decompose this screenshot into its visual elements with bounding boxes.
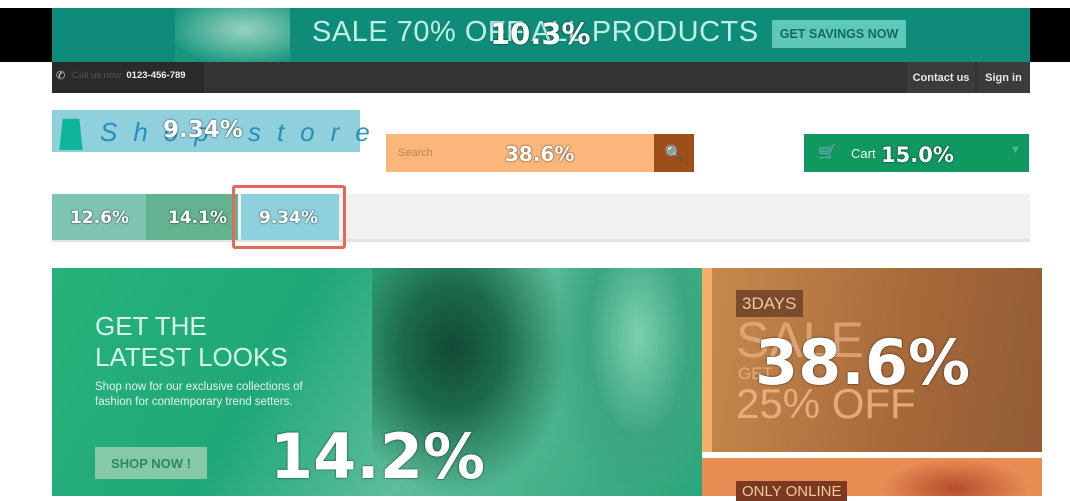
- chevron-down-icon: ▼: [1010, 144, 1021, 156]
- shop-now-button[interactable]: SHOP NOW !: [95, 447, 207, 479]
- cart-icon: 🛒: [818, 144, 837, 161]
- hero-subtitle: Shop now for our exclusive collections o…: [95, 381, 303, 408]
- contact-us-link[interactable]: Contact us: [907, 62, 975, 93]
- cart-label: Cart: [851, 146, 876, 161]
- phone-number: 0123-456-789: [126, 70, 186, 81]
- hero-overlay-percent: 14.2%: [270, 420, 486, 493]
- phone-info: Call us now: 0123-456-789: [72, 70, 186, 81]
- search-overlay-percent: 38.6%: [505, 142, 575, 166]
- banner-right-edge: [1030, 8, 1070, 62]
- nav-tab-1-overlay-percent: 12.6%: [70, 208, 129, 228]
- logo-overlay-percent: 9.34%: [163, 117, 243, 143]
- hero-model-man: [560, 268, 702, 496]
- banner-left-edge: [0, 8, 52, 62]
- search-icon: 🔍: [664, 145, 684, 162]
- sign-in-link[interactable]: Sign in: [977, 62, 1030, 93]
- banner-model-image: [175, 8, 290, 62]
- banner-overlay-percent: 10.3%: [490, 17, 591, 51]
- promo-overlay-percent: 38.6%: [755, 326, 971, 399]
- hero-title: GET THE LATEST LOOKS: [95, 311, 288, 373]
- promo-online-badge: ONLY ONLINE: [736, 481, 848, 501]
- selection-highlight: [232, 185, 346, 249]
- cart-overlay-percent: 15.0%: [881, 143, 954, 167]
- phone-label: Call us now:: [72, 70, 127, 81]
- phone-icon: ✆: [56, 70, 66, 82]
- hero-title-line2: LATEST LOOKS: [95, 342, 288, 372]
- search-button[interactable]: 🔍: [654, 134, 694, 172]
- nav-tab-2-overlay-percent: 14.1%: [168, 208, 227, 228]
- promo-online-image: [880, 458, 1030, 496]
- hero-title-line1: GET THE: [95, 311, 207, 341]
- get-savings-button[interactable]: GET SAVINGS NOW: [772, 20, 906, 48]
